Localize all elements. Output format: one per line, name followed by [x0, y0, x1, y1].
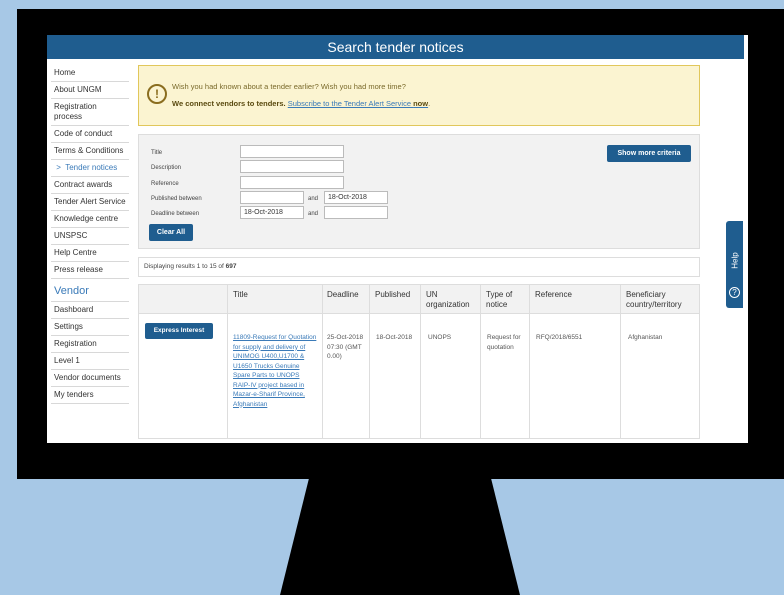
- monitor-stand: [280, 479, 520, 595]
- vendor-heading: Vendor: [51, 279, 129, 302]
- tender-published: 18-Oct-2018: [376, 334, 413, 341]
- question-icon: ?: [729, 287, 740, 298]
- reference-label: Reference: [151, 181, 179, 187]
- col-published[interactable]: Published: [375, 290, 410, 300]
- subscribe-link[interactable]: Subscribe to the Tender Alert Service no…: [288, 99, 428, 108]
- deadline-to-input[interactable]: [324, 206, 388, 219]
- alert-cta: We connect vendors to tenders. Subscribe…: [172, 99, 430, 108]
- alert-text: Wish you had known about a tender earlie…: [172, 82, 406, 91]
- col-deadline[interactable]: Deadline: [327, 290, 359, 300]
- sidebar-item-my-tenders[interactable]: My tenders: [51, 387, 129, 404]
- sidebar-item-tender-notices[interactable]: > Tender notices: [51, 160, 129, 177]
- tender-deadline: 25-Oct-2018 07:30 (GMT 0.00): [327, 334, 364, 360]
- sidebar-item-dashboard[interactable]: Dashboard: [51, 302, 129, 319]
- sidebar-item-registration-process[interactable]: Registration process: [51, 99, 129, 126]
- column-divider: [227, 284, 228, 439]
- description-input[interactable]: [240, 160, 344, 173]
- sidebar-item-about[interactable]: About UNGM: [51, 82, 129, 99]
- column-divider: [420, 284, 421, 439]
- deadline-and-label: and: [308, 211, 319, 217]
- published-and-label: and: [308, 196, 319, 202]
- deadline-from-input[interactable]: 18-Oct-2018: [240, 206, 304, 219]
- tender-organization: UNOPS: [428, 334, 452, 341]
- sidebar-item-level-1[interactable]: Level 1: [51, 353, 129, 370]
- help-label: Help: [730, 252, 740, 269]
- help-tab[interactable]: Help ?: [726, 221, 743, 308]
- title-input[interactable]: [240, 145, 344, 158]
- table-header: Title Deadline Published UN organization…: [138, 284, 700, 314]
- column-divider: [620, 284, 621, 439]
- sidebar-item-press-release[interactable]: Press release: [51, 262, 129, 279]
- tender-country: Afghanistan: [628, 334, 663, 341]
- sidebar-item-terms[interactable]: Terms & Conditions: [51, 143, 129, 160]
- deadline-label: Deadline between: [151, 211, 200, 217]
- published-from-input[interactable]: [240, 191, 304, 204]
- description-label: Description: [151, 165, 182, 171]
- alert-bold-text: We connect vendors to tenders.: [172, 99, 286, 108]
- sidebar-item-settings[interactable]: Settings: [51, 319, 129, 336]
- sidebar-item-knowledge-centre[interactable]: Knowledge centre: [51, 211, 129, 228]
- tender-alert-banner: ! Wish you had known about a tender earl…: [138, 65, 700, 126]
- sidebar-item-registration[interactable]: Registration: [51, 336, 129, 353]
- reference-input[interactable]: [240, 176, 344, 189]
- column-divider: [369, 284, 370, 439]
- sidebar: Home About UNGM Registration process Cod…: [51, 65, 129, 404]
- col-un-organization[interactable]: UN organization: [426, 290, 481, 310]
- tender-reference: RFQ/2018/6551: [536, 334, 583, 341]
- sidebar-item-tender-alert[interactable]: Tender Alert Service: [51, 194, 129, 211]
- sidebar-item-contract-awards[interactable]: Contract awards: [51, 177, 129, 194]
- sidebar-item-unspsc[interactable]: UNSPSC: [51, 228, 129, 245]
- subscribe-link-now: now: [413, 99, 429, 108]
- title-label: Title: [151, 150, 163, 156]
- published-to-input[interactable]: 18-Oct-2018: [324, 191, 388, 204]
- sidebar-item-vendor-documents[interactable]: Vendor documents: [51, 370, 129, 387]
- col-beneficiary-country[interactable]: Beneficiary country/territory: [626, 290, 698, 310]
- published-label: Published between: [151, 196, 202, 202]
- results-count: Displaying results 1 to 15 of 697: [138, 257, 700, 277]
- page-title: Search tender notices: [47, 35, 744, 59]
- tender-type: Request for quotation: [487, 334, 521, 351]
- sidebar-item-label: Tender notices: [65, 163, 118, 172]
- column-divider: [480, 284, 481, 439]
- tender-title-link[interactable]: 11809-Request for Quotation for supply a…: [233, 333, 317, 409]
- screen: Search tender notices Home About UNGM Re…: [47, 35, 748, 443]
- search-form: Title Description Reference Published be…: [138, 134, 700, 249]
- sidebar-item-home[interactable]: Home: [51, 65, 129, 82]
- show-more-criteria-button[interactable]: Show more criteria: [607, 145, 691, 162]
- results-total: 697: [225, 263, 237, 270]
- table-row: [138, 314, 700, 439]
- column-divider: [529, 284, 530, 439]
- col-reference[interactable]: Reference: [535, 290, 572, 300]
- column-divider: [322, 284, 323, 439]
- col-title[interactable]: Title: [233, 290, 248, 300]
- express-interest-button[interactable]: Express Interest: [145, 323, 213, 339]
- col-type-of-notice[interactable]: Type of notice: [486, 290, 528, 310]
- sidebar-item-help-centre[interactable]: Help Centre: [51, 245, 129, 262]
- subscribe-link-text: Subscribe to the Tender Alert Service: [287, 99, 411, 108]
- exclamation-icon: !: [147, 84, 167, 104]
- clear-all-button[interactable]: Clear All: [149, 224, 193, 241]
- alert-period: .: [428, 99, 431, 108]
- results-prefix: Displaying results 1 to 15 of: [144, 263, 224, 270]
- sidebar-item-code-of-conduct[interactable]: Code of conduct: [51, 126, 129, 143]
